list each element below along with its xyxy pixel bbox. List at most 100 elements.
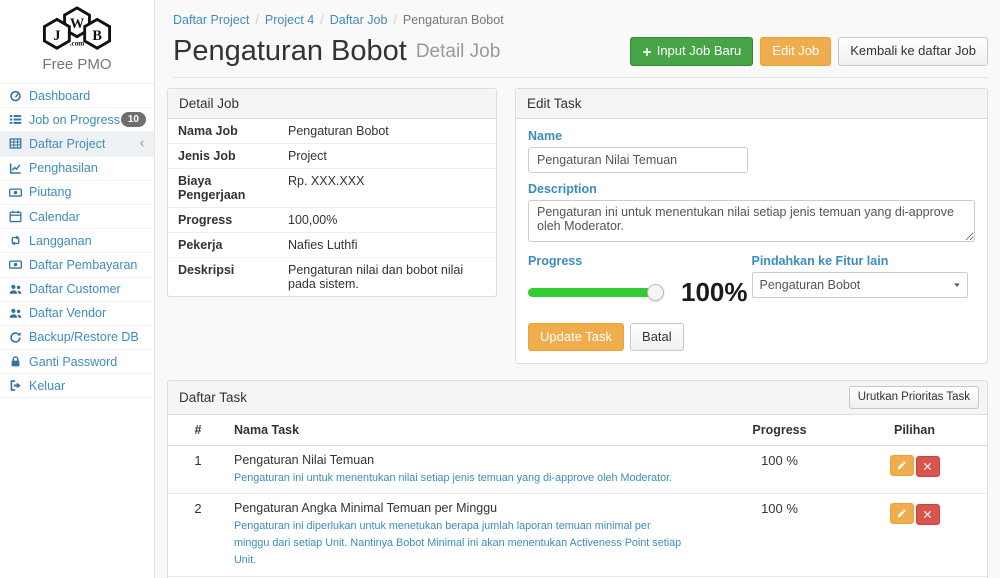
task-name: Pengaturan Nilai Temuan bbox=[234, 453, 687, 467]
edit-job-button[interactable]: Edit Job bbox=[760, 37, 831, 65]
pencil-icon bbox=[896, 460, 907, 471]
breadcrumb-separator: / bbox=[320, 13, 323, 27]
sidebar-item-piutang[interactable]: Piutang bbox=[0, 181, 154, 205]
edit-task-button[interactable] bbox=[890, 455, 914, 476]
task-list-title: Daftar Task bbox=[179, 390, 247, 405]
users-icon bbox=[9, 283, 25, 296]
task-list-heading: Daftar Task Urutkan Prioritas Task bbox=[168, 381, 987, 414]
sidebar-item-job-on-progress[interactable]: Job on Progress10 bbox=[0, 108, 154, 132]
sidebar-item-daftar-pembayaran[interactable]: Daftar Pembayaran bbox=[0, 253, 154, 277]
signout-icon bbox=[9, 379, 25, 392]
lock-icon bbox=[9, 355, 25, 368]
edit-task-button[interactable] bbox=[890, 503, 914, 524]
svg-text:B: B bbox=[92, 28, 102, 44]
sidebar-item-calendar[interactable]: Calendar bbox=[0, 205, 154, 229]
svg-text:W: W bbox=[70, 16, 85, 32]
gauge-icon bbox=[9, 89, 25, 102]
task-description: Pengaturan ini untuk menentukan nilai se… bbox=[234, 470, 687, 487]
task-description-textarea[interactable]: Pengaturan ini untuk menentukan nilai se… bbox=[528, 200, 975, 242]
main-content: Daftar Project / Project 4 / Daftar Job / Peng… bbox=[155, 0, 1000, 578]
money-icon bbox=[9, 258, 25, 271]
sidebar-menu: DashboardJob on Progress10Daftar Project… bbox=[0, 84, 154, 398]
edit-task-form: Name Description Pengaturan ini untuk me… bbox=[516, 119, 987, 363]
svg-text:.com: .com bbox=[70, 39, 85, 47]
sidebar-item-daftar-vendor[interactable]: Daftar Vendor bbox=[0, 302, 154, 326]
sidebar-item-daftar-project[interactable]: Daftar Project bbox=[0, 132, 154, 156]
sidebar-item-daftar-customer[interactable]: Daftar Customer bbox=[0, 278, 154, 302]
task-progress: 100 % bbox=[717, 494, 842, 575]
progress-slider-fill bbox=[528, 288, 661, 297]
plus-icon bbox=[642, 47, 652, 57]
move-feature-select[interactable]: Pengaturan Bobot bbox=[752, 272, 968, 298]
breadcrumb-separator: / bbox=[255, 13, 258, 27]
kembali-button[interactable]: Kembali ke daftar Job bbox=[838, 37, 988, 65]
detail-job-table: Nama JobPengaturan BobotJenis JobProject… bbox=[168, 119, 496, 296]
brand-logo[interactable]: W J B .com Free PMO bbox=[0, 0, 154, 84]
delete-task-button[interactable] bbox=[916, 456, 940, 477]
task-name-input[interactable] bbox=[528, 147, 748, 173]
progress-slider-handle[interactable] bbox=[647, 284, 664, 301]
task-row-1: 1 Pengaturan Nilai Temuan Pengaturan ini u… bbox=[168, 446, 987, 495]
sidebar-item-penghasilan[interactable]: Penghasilan bbox=[0, 157, 154, 181]
name-label: Name bbox=[528, 129, 975, 143]
move-feature-label: Pindahkan ke Fitur lain bbox=[752, 254, 976, 268]
refresh-icon bbox=[9, 331, 25, 344]
task-number: 2 bbox=[168, 494, 228, 575]
task-description: Pengaturan ini diperlukan untuk menetuka… bbox=[234, 518, 687, 568]
task-table-body: 1 Pengaturan Nilai Temuan Pengaturan ini u… bbox=[168, 446, 987, 578]
page-title: Pengaturan Bobot bbox=[173, 35, 407, 68]
column-header-nama-task: Nama Task bbox=[228, 415, 717, 445]
count-badge: 10 bbox=[121, 112, 146, 127]
breadcrumb-link-daftar-job[interactable]: Daftar Job bbox=[330, 13, 388, 27]
delete-task-button[interactable] bbox=[916, 504, 940, 525]
breadcrumb-link-project-4[interactable]: Project 4 bbox=[265, 13, 314, 27]
detail-row-biaya-pengerjaan: Biaya PengerjaanRp. XXX.XXX bbox=[168, 169, 496, 208]
sidebar-item-langganan[interactable]: Langganan bbox=[0, 229, 154, 253]
x-icon bbox=[923, 462, 932, 471]
edit-task-panel-title: Edit Task bbox=[516, 89, 987, 119]
calendar-icon bbox=[9, 210, 25, 223]
batal-button[interactable]: Batal bbox=[630, 323, 684, 351]
sidebar: W J B .com Free PMO DashboardJob on Prog… bbox=[0, 0, 155, 578]
progress-slider[interactable] bbox=[528, 288, 661, 297]
breadcrumb-link-daftar-project[interactable]: Daftar Project bbox=[173, 13, 249, 27]
breadcrumb: Daftar Project / Project 4 / Daftar Job / Peng… bbox=[155, 0, 1000, 31]
sort-priority-button-top[interactable]: Urutkan Prioritas Task bbox=[849, 386, 979, 408]
detail-row-nama-job: Nama JobPengaturan Bobot bbox=[168, 119, 496, 144]
detail-row-deskripsi: DeskripsiPengaturan nilai dan bobot nila… bbox=[168, 258, 496, 296]
detail-job-panel-title: Detail Job bbox=[168, 89, 496, 119]
description-label: Description bbox=[528, 182, 975, 196]
column-header-progress: Progress bbox=[717, 415, 842, 445]
sidebar-item-backup-restore-db[interactable]: Backup/Restore DB bbox=[0, 326, 154, 350]
detail-row-jenis-job: Jenis JobProject bbox=[168, 144, 496, 169]
svg-text:J: J bbox=[53, 28, 60, 44]
task-number: 1 bbox=[168, 446, 228, 494]
page-subtitle: Detail Job bbox=[416, 41, 501, 63]
money-icon bbox=[9, 186, 25, 199]
detail-row-progress: Progress100,00% bbox=[168, 208, 496, 233]
page-header: Pengaturan Bobot Detail Job Input Job Ba… bbox=[155, 31, 1000, 68]
sidebar-item-dashboard[interactable]: Dashboard bbox=[0, 84, 154, 108]
task-list-panel: Daftar Task Urutkan Prioritas Task #Nama… bbox=[167, 380, 988, 578]
progress-label: Progress bbox=[528, 254, 752, 268]
retweet-icon bbox=[9, 234, 25, 247]
jwb-hexagon-logo: W J B .com bbox=[29, 6, 125, 52]
task-progress: 100 % bbox=[717, 446, 842, 494]
breadcrumb-separator: / bbox=[393, 13, 396, 27]
angle-left-icon bbox=[137, 139, 146, 148]
sidebar-item-ganti-password[interactable]: Ganti Password bbox=[0, 350, 154, 374]
task-row-2: 2Pengaturan Angka Minimal Temuan per Min… bbox=[168, 494, 987, 576]
column-header-: # bbox=[168, 415, 228, 445]
table-icon bbox=[9, 137, 25, 150]
app-name: Free PMO bbox=[0, 56, 154, 73]
update-task-button[interactable]: Update Task bbox=[528, 323, 624, 351]
edit-task-panel: Edit Task Name Description Pengaturan in… bbox=[515, 88, 988, 364]
header-actions: Input Job Baru Edit Job Kembali ke dafta… bbox=[630, 37, 988, 65]
pencil-icon bbox=[896, 508, 907, 519]
detail-row-pekerja: PekerjaNafies Luthfi bbox=[168, 233, 496, 258]
line-chart-icon bbox=[9, 162, 25, 175]
sidebar-item-keluar[interactable]: Keluar bbox=[0, 374, 154, 398]
input-job-baru-button[interactable]: Input Job Baru bbox=[630, 37, 754, 65]
panels-row: Detail Job Nama JobPengaturan BobotJenis… bbox=[155, 78, 1000, 364]
breadcrumb-current: Pengaturan Bobot bbox=[403, 13, 504, 27]
